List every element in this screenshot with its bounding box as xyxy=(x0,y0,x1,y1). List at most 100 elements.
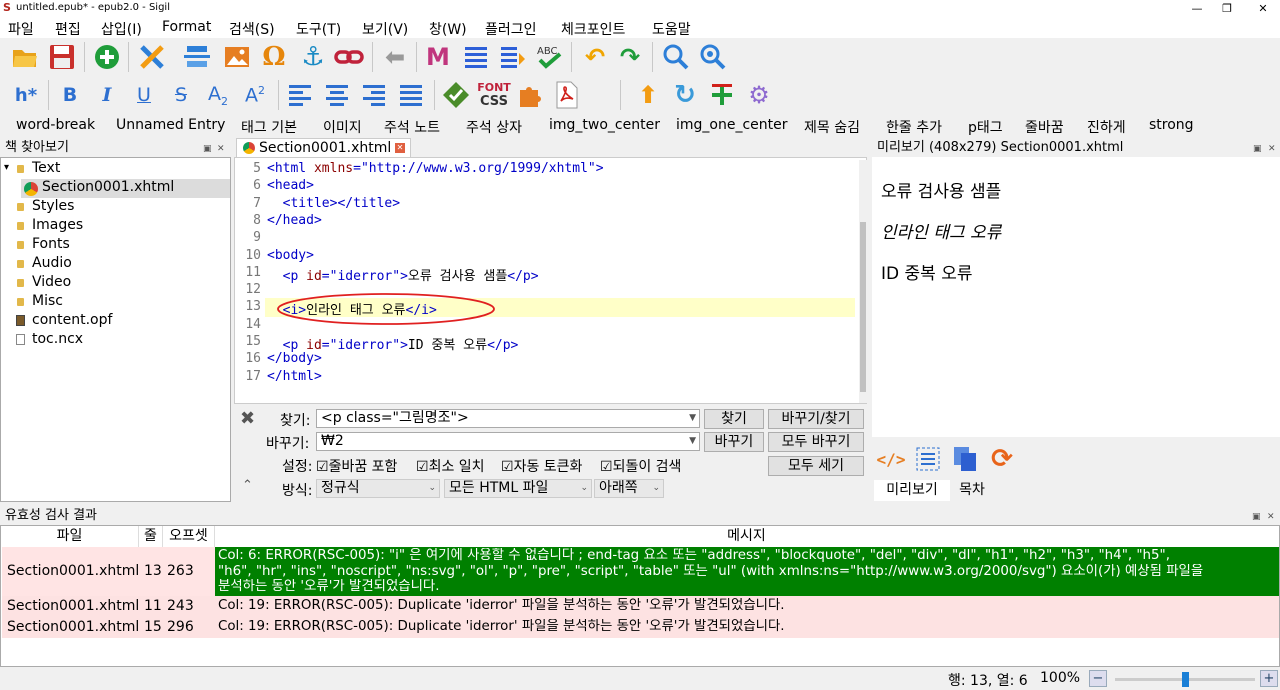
code-line[interactable]: </html> xyxy=(267,369,322,384)
code-line[interactable]: <p id="iderror">ID 중복 오류</p> xyxy=(267,334,519,353)
clip-add-line[interactable]: 한줄 추가 xyxy=(886,117,942,137)
clip-img-two-center[interactable]: img_two_center xyxy=(549,117,660,133)
menu-checkpoints[interactable]: 체크포인트 xyxy=(561,19,625,39)
tree-item-text[interactable]: Text xyxy=(32,160,60,176)
italic-icon[interactable]: I xyxy=(92,80,122,110)
saved-searches-icon[interactable] xyxy=(698,42,728,72)
clip-bold[interactable]: 진하게 xyxy=(1087,117,1126,137)
direction-select[interactable]: 아래쪽 ⌄ xyxy=(594,479,664,498)
upload-arrow-icon[interactable]: ⬆ xyxy=(633,80,663,110)
collapse-arrow-icon[interactable]: ▾ xyxy=(4,162,9,173)
header-file[interactable]: 파일 xyxy=(1,526,139,547)
tab-toc[interactable]: 목차 xyxy=(952,480,992,501)
undo-icon[interactable]: ↶ xyxy=(580,42,610,72)
editor-tab[interactable]: Section0001.xhtml ✕ xyxy=(236,138,411,157)
editor-scrollbar[interactable] xyxy=(859,160,867,403)
validate-epub-icon[interactable] xyxy=(441,80,471,110)
menu-tools[interactable]: 도구(T) xyxy=(296,19,341,39)
anchor-icon[interactable]: ⚓ xyxy=(298,42,328,72)
pdf-plugin-icon[interactable] xyxy=(552,80,582,110)
code-view-icon[interactable]: </> xyxy=(876,444,906,474)
menu-view[interactable]: 보기(V) xyxy=(362,19,408,39)
tree-item-content-opf[interactable]: content.opf xyxy=(32,312,112,328)
replace-find-button[interactable]: 바꾸기/찾기 xyxy=(768,409,864,429)
clip-footnote-box[interactable]: 주석 상자 xyxy=(466,117,522,137)
align-right-icon[interactable] xyxy=(359,80,389,110)
tree-item-styles[interactable]: Styles xyxy=(32,198,74,214)
tab-preview[interactable]: 미리보기 xyxy=(874,480,950,501)
refresh-icon[interactable]: ↻ xyxy=(670,80,700,110)
count-all-button[interactable]: 모두 세기 xyxy=(768,456,864,476)
menu-edit[interactable]: 편집 xyxy=(55,19,81,39)
header-line[interactable]: 줄 xyxy=(139,526,163,547)
menu-insert[interactable]: 삽입(I) xyxy=(101,19,142,39)
code-line[interactable]: <title></title> xyxy=(267,196,400,211)
link-icon[interactable] xyxy=(334,42,364,72)
tree-item-fonts[interactable]: Fonts xyxy=(32,236,70,252)
tree-item-section0001[interactable]: Section0001.xhtml xyxy=(42,179,174,195)
checkbox-auto-tokenize[interactable]: ☑자동 토큰화 xyxy=(501,456,582,476)
merge-icon[interactable] xyxy=(182,42,212,72)
bold-icon[interactable]: B xyxy=(55,80,85,110)
tree-item-images[interactable]: Images xyxy=(32,217,83,233)
add-plus-icon[interactable] xyxy=(707,80,737,110)
replace-button[interactable]: 바꾸기 xyxy=(704,432,764,452)
menu-plugins[interactable]: 플러그인 xyxy=(485,19,537,39)
zoom-slider-thumb[interactable] xyxy=(1181,672,1189,687)
clip-footnote[interactable]: 주석 노트 xyxy=(384,117,440,137)
zoom-out-button[interactable]: − xyxy=(1089,670,1107,687)
mode-select[interactable]: 정규식 ⌄ xyxy=(316,479,440,498)
code-line[interactable]: <html xmlns="http://www.w3.org/1999/xhtm… xyxy=(267,161,604,176)
subscript-icon[interactable]: A2 xyxy=(203,80,233,110)
plugin-puzzle-icon[interactable] xyxy=(515,80,545,110)
code-line[interactable]: </head> xyxy=(267,213,322,228)
checkbox-wrap[interactable]: ☑되돌이 검색 xyxy=(600,456,681,476)
toc-icon[interactable] xyxy=(461,42,491,72)
menu-file[interactable]: 파일 xyxy=(8,19,34,39)
align-center-icon[interactable] xyxy=(322,80,352,110)
code-line[interactable]: <p id="iderror">오류 검사용 샘플</p> xyxy=(267,265,539,284)
replace-all-button[interactable]: 모두 바꾸기 xyxy=(768,432,864,452)
collapse-up-icon[interactable]: ⌃ xyxy=(242,478,253,493)
tree-item-audio[interactable]: Audio xyxy=(32,255,72,271)
justify-icon[interactable] xyxy=(396,80,426,110)
metadata-editor-icon[interactable]: M xyxy=(423,42,453,72)
tree-item-video[interactable]: Video xyxy=(32,274,71,290)
reload-icon[interactable]: ⟳ xyxy=(987,444,1017,474)
tree-item-misc[interactable]: Misc xyxy=(32,293,63,309)
menu-search[interactable]: 검색(S) xyxy=(229,19,275,39)
menu-help[interactable]: 도움말 xyxy=(652,19,691,39)
result-row[interactable]: Section0001.xhtml 15 296 Col: 19: ERROR(RSC… xyxy=(2,617,1279,638)
heading-dropdown[interactable]: h* xyxy=(8,80,44,110)
open-folder-icon[interactable] xyxy=(10,42,40,72)
inspect-icon[interactable] xyxy=(913,444,943,474)
tree-item-toc-ncx[interactable]: toc.ncx xyxy=(32,331,83,347)
menu-format[interactable]: Format xyxy=(162,19,211,35)
clip-tag-basic[interactable]: 태그 기본 xyxy=(241,117,297,137)
zoom-slider[interactable] xyxy=(1115,672,1255,687)
minimize-button[interactable]: — xyxy=(1180,0,1214,17)
clip-line-break[interactable]: 줄바꿈 xyxy=(1025,117,1064,137)
strikethrough-icon[interactable]: S xyxy=(166,80,196,110)
checkbox-minimal-match[interactable]: ☑최소 일치 xyxy=(416,456,485,476)
add-file-icon[interactable] xyxy=(92,42,122,72)
underline-icon[interactable]: U xyxy=(129,80,159,110)
clip-unnamed-entry[interactable]: Unnamed Entry xyxy=(116,117,225,133)
split-icon[interactable] xyxy=(137,42,167,72)
close-button[interactable]: ✕ xyxy=(1246,0,1280,17)
clip-p-tag[interactable]: p태그 xyxy=(968,117,1003,137)
code-line[interactable]: <head> xyxy=(267,178,314,193)
find-icon[interactable] xyxy=(661,42,691,72)
back-arrow-icon[interactable]: ⬅ xyxy=(380,42,410,72)
header-message[interactable]: 메시지 xyxy=(215,526,1278,547)
maximize-button[interactable]: ❐ xyxy=(1210,0,1244,17)
target-select[interactable]: 모든 HTML 파일 ⌄ xyxy=(444,479,592,498)
replace-input[interactable]: ₩2 ▼ xyxy=(316,432,700,451)
settings-gear-icon[interactable]: ⚙ xyxy=(744,80,774,110)
clip-strong[interactable]: strong xyxy=(1149,117,1194,133)
checkbox-multiline[interactable]: ☑줄바꿈 포함 xyxy=(316,456,397,476)
copy-icon[interactable] xyxy=(950,444,980,474)
spellcheck-icon[interactable]: ABC xyxy=(534,42,564,72)
align-left-icon[interactable] xyxy=(285,80,315,110)
find-input[interactable]: <p class="그림명조"> ▼ xyxy=(316,409,700,428)
